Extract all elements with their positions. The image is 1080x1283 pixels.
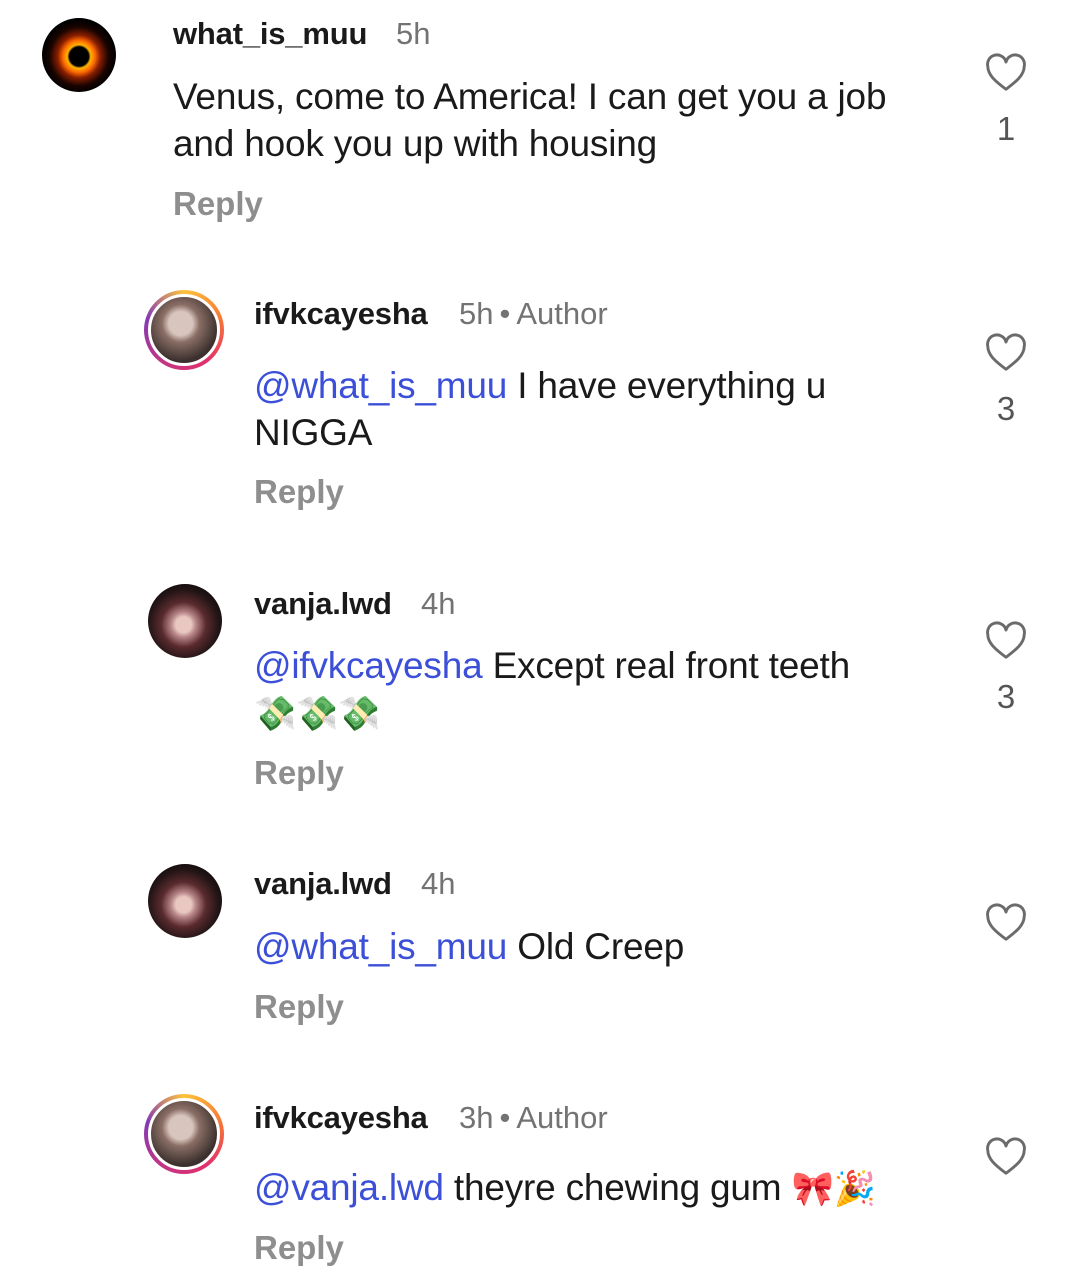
heart-outline-icon	[986, 621, 1026, 659]
comment-item: ifvkcayesha 3h • Author @vanja.lwd theyre …	[0, 1084, 1080, 1283]
like-count: 1	[996, 110, 1016, 147]
comment-body: theyre chewing gum	[443, 1167, 792, 1208]
avatar[interactable]	[144, 1094, 224, 1174]
comment-time: 3h	[459, 1100, 494, 1135]
mention-link[interactable]: @vanja.lwd	[254, 1167, 444, 1208]
comment-time: 4h	[421, 586, 456, 621]
reply-button[interactable]: Reply	[254, 754, 344, 792]
comment-text: @vanja.lwd theyre chewing gum 🎀🎉	[254, 1164, 954, 1213]
heart-outline-icon	[986, 333, 1026, 371]
mention-link[interactable]: @what_is_muu	[254, 365, 507, 406]
avatar[interactable]	[148, 864, 222, 938]
heart-outline-icon	[986, 1137, 1026, 1175]
reply-button[interactable]: Reply	[254, 988, 344, 1026]
reply-button[interactable]: Reply	[254, 1229, 344, 1267]
comment-time: 5h	[396, 16, 431, 51]
like-button[interactable]	[983, 332, 1029, 372]
mention-link[interactable]: @what_is_muu	[254, 926, 507, 967]
heart-outline-icon	[986, 903, 1026, 941]
avatar[interactable]	[42, 18, 116, 92]
avatar[interactable]	[148, 584, 222, 658]
like-button[interactable]	[983, 1136, 1029, 1176]
comment-body: Old Creep	[507, 926, 685, 967]
comment-username[interactable]: what_is_muu	[173, 16, 367, 52]
ribbon-party-emoji: 🎀🎉	[791, 1169, 876, 1209]
author-badge: Author	[516, 1100, 608, 1135]
comment-time: 5h	[459, 296, 494, 331]
comment-text: @what_is_muu I have everything u NIGGA	[254, 362, 894, 456]
comment-body: Venus, come to America! I can get you a …	[173, 76, 887, 164]
like-count: 3	[996, 678, 1016, 715]
comment-item: what_is_muu 5h Venus, come to America! I…	[0, 0, 1080, 260]
like-button[interactable]	[983, 902, 1029, 942]
comment-username[interactable]: vanja.lwd	[254, 866, 392, 902]
comment-body: Except real front teeth	[482, 645, 851, 686]
comment-username[interactable]: ifvkcayesha	[254, 1100, 428, 1136]
comment-text: @what_is_muu Old Creep	[254, 923, 934, 970]
comment-meta: 3h • Author	[459, 1100, 608, 1135]
like-count: 3	[996, 390, 1016, 427]
comment-text: @ifvkcayesha Except real front teeth 💸💸💸	[254, 642, 934, 738]
like-button[interactable]	[983, 620, 1029, 660]
comment-item: vanja.lwd 4h @what_is_muu Old Creep Repl…	[0, 848, 1080, 1068]
money-emoji: 💸💸💸	[254, 694, 381, 734]
comment-meta: 5h • Author	[459, 296, 608, 331]
comment-text: Venus, come to America! I can get you a …	[173, 73, 933, 167]
comment-item: ifvkcayesha 5h • Author @what_is_muu I hav…	[0, 280, 1080, 540]
heart-outline-icon	[986, 53, 1026, 91]
comment-item: vanja.lwd 4h @ifvkcayesha Except real fr…	[0, 568, 1080, 828]
comment-time: 4h	[421, 866, 456, 901]
like-button[interactable]	[983, 52, 1029, 92]
mention-link[interactable]: @ifvkcayesha	[254, 645, 483, 686]
reply-button[interactable]: Reply	[173, 185, 263, 223]
comment-username[interactable]: vanja.lwd	[254, 586, 392, 622]
reply-button[interactable]: Reply	[254, 473, 344, 511]
avatar[interactable]	[144, 290, 224, 370]
author-badge: Author	[516, 296, 608, 331]
comment-username[interactable]: ifvkcayesha	[254, 296, 428, 332]
